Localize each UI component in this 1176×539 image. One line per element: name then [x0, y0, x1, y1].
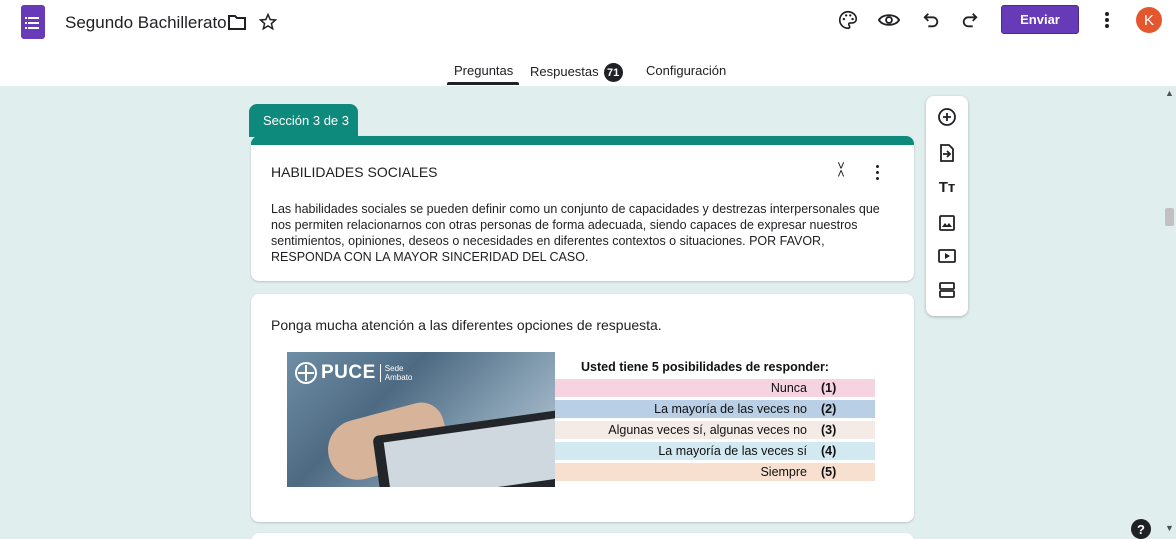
scale-option-number: (1) [821, 381, 837, 395]
section-description[interactable]: Las habilidades sociales se pueden defin… [271, 201, 896, 265]
undo-icon[interactable] [919, 8, 943, 32]
tab-respuestas[interactable]: Respuestas 71 [530, 63, 623, 82]
puce-logo-text: PUCE [321, 362, 376, 383]
more-vert-icon[interactable] [1096, 8, 1118, 32]
tab-configuracion[interactable]: Configuración [646, 63, 726, 78]
folder-icon[interactable] [226, 11, 248, 33]
form-tabs: Preguntas Respuestas 71 Configuración [0, 59, 1176, 86]
add-section-icon[interactable] [937, 280, 957, 300]
form-editor-canvas: Sección 3 de 3 HABILIDADES SOCIALES ˅ ˄ L… [0, 86, 1176, 539]
puce-banner-image: PUCE Sede Ambato [287, 352, 555, 487]
section-header-card[interactable]: HABILIDADES SOCIALES ˅ ˄ Las habilidades … [251, 136, 914, 281]
puce-cross-icon [295, 362, 317, 384]
redo-icon[interactable] [958, 8, 982, 32]
scale-option-number: (5) [821, 465, 837, 479]
scale-option-row: Nunca (1) [555, 379, 875, 397]
app-header: Segundo Bachillerato Enviar K Preguntas … [0, 0, 1176, 86]
preview-eye-icon[interactable] [877, 8, 901, 32]
add-image-icon[interactable] [937, 213, 957, 233]
scale-title: Usted tiene 5 posibilidades de responder… [581, 360, 829, 374]
question-card[interactable]: Ponga mucha atención a las diferentes op… [251, 294, 914, 522]
scale-option-label: Nunca [770, 381, 807, 395]
section-indicator: Sección 3 de 3 [249, 104, 358, 137]
puce-logo: PUCE Sede Ambato [295, 362, 412, 384]
scroll-thumb[interactable] [1165, 208, 1174, 226]
scale-option-label: La mayoría de las veces no [654, 402, 807, 416]
scale-option-number: (2) [821, 402, 837, 416]
floating-toolbar: Tт [926, 96, 968, 316]
scale-option-number: (4) [821, 444, 837, 458]
add-question-icon[interactable] [937, 107, 957, 127]
import-questions-icon[interactable] [937, 143, 957, 163]
scroll-up-icon[interactable]: ▲ [1165, 88, 1174, 98]
palette-icon[interactable] [836, 8, 860, 32]
add-title-icon[interactable]: Tт [937, 177, 957, 197]
scale-option-row: Algunas veces sí, algunas veces no (3) [555, 421, 875, 439]
active-tab-indicator [447, 82, 519, 85]
scale-option-number: (3) [821, 423, 837, 437]
send-button[interactable]: Enviar [1001, 5, 1079, 34]
scale-option-row: La mayoría de las veces no (2) [555, 400, 875, 418]
add-video-icon[interactable] [937, 246, 957, 266]
puce-logo-sub: Sede Ambato [379, 364, 413, 382]
responses-count-badge: 71 [603, 63, 623, 82]
scale-option-row: Siempre (5) [555, 463, 875, 481]
tab-preguntas[interactable]: Preguntas [454, 63, 513, 78]
help-icon[interactable]: ? [1131, 519, 1151, 539]
section-more-icon[interactable] [876, 165, 880, 181]
scale-option-row: La mayoría de las veces sí (4) [555, 442, 875, 460]
next-card-partial[interactable] [251, 533, 914, 539]
scale-option-label: Siempre [760, 465, 807, 479]
avatar[interactable]: K [1136, 7, 1162, 33]
vertical-scrollbar[interactable]: ▲ ▼ [1162, 86, 1176, 539]
document-title[interactable]: Segundo Bachillerato [65, 13, 227, 33]
star-icon[interactable] [256, 10, 280, 34]
logo-sub-line1: Sede [384, 364, 404, 373]
collapse-section-icon[interactable]: ˅ ˄ [834, 159, 848, 180]
section-title[interactable]: HABILIDADES SOCIALES [271, 164, 438, 180]
scale-option-label: Algunas veces sí, algunas veces no [608, 423, 807, 437]
tab-respuestas-label: Respuestas [530, 63, 599, 79]
forms-app-icon[interactable] [21, 5, 45, 39]
logo-sub-line2: Ambato [384, 373, 413, 382]
scroll-down-icon[interactable]: ▼ [1165, 523, 1174, 533]
scale-option-label: La mayoría de las veces sí [658, 444, 807, 458]
question-text[interactable]: Ponga mucha atención a las diferentes op… [271, 317, 662, 333]
